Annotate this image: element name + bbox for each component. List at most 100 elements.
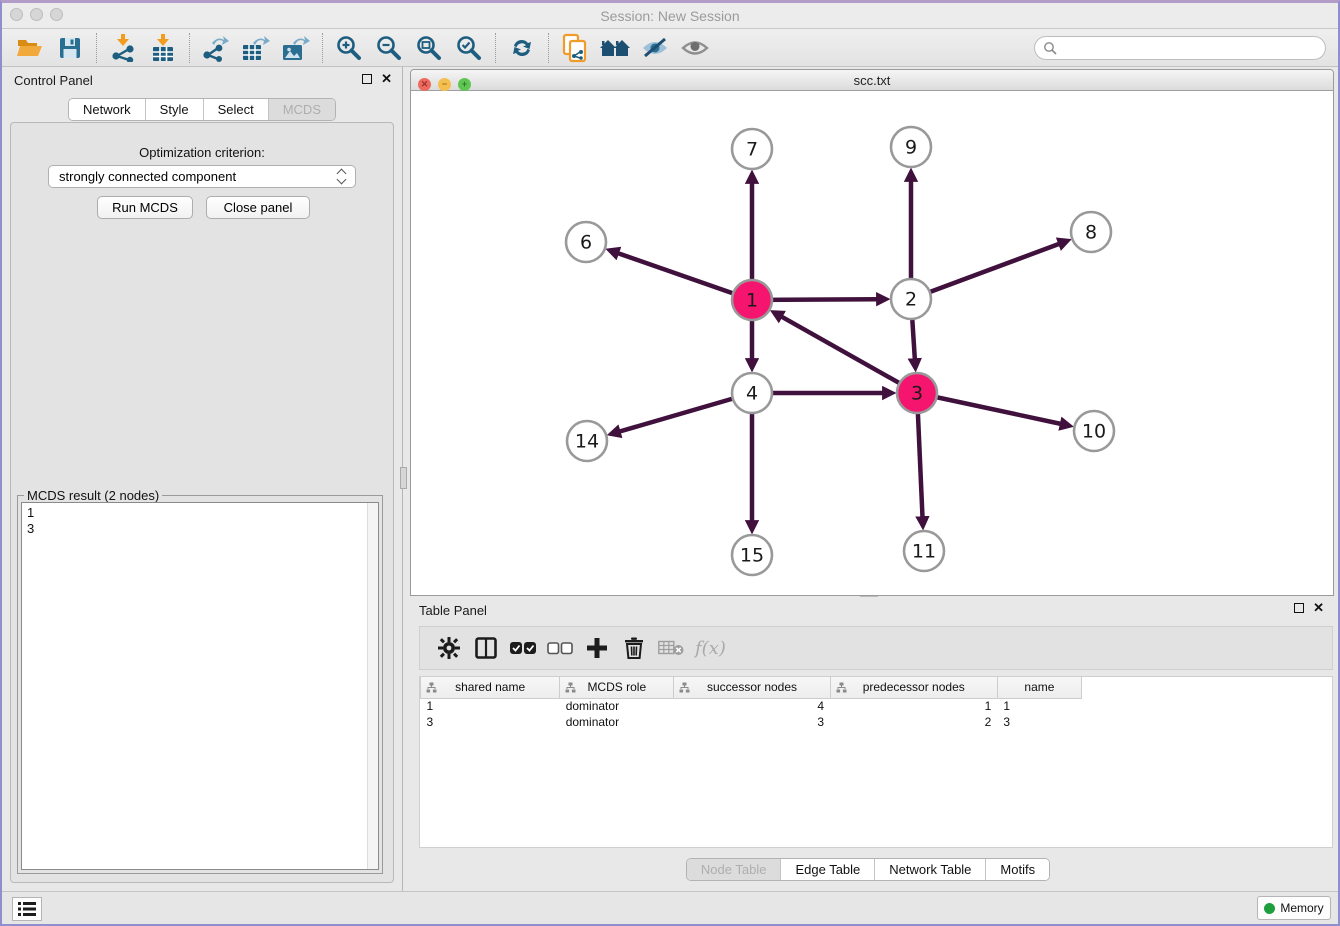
cell-mcds-role[interactable]: dominator (560, 714, 674, 730)
export-table-icon[interactable] (236, 31, 276, 65)
col-successor-nodes[interactable]: successor nodes (674, 677, 830, 698)
eye-slash-icon[interactable] (635, 31, 675, 65)
close-panel-icon[interactable]: ✕ (381, 74, 392, 84)
eye-icon[interactable] (675, 31, 715, 65)
delete-table-icon[interactable] (654, 632, 687, 665)
network-view-window: ✕−+ scc.txt 7968124314101511 (410, 69, 1334, 596)
tab-network-table[interactable]: Network Table (875, 859, 986, 880)
edge-3-10[interactable] (917, 393, 1061, 424)
column-tree-icon (679, 682, 690, 693)
mcds-result-list[interactable]: 1 3 (21, 502, 379, 870)
tab-edge-table[interactable]: Edge Table (781, 859, 875, 880)
home-icon[interactable] (595, 31, 635, 65)
table-row[interactable]: 3 dominator 3 2 3 (421, 714, 1082, 730)
col-name[interactable]: name (997, 677, 1081, 698)
optimization-criterion-select[interactable]: strongly connected component (48, 165, 356, 188)
toolbar-separator (548, 33, 549, 63)
settings-gear-icon[interactable] (432, 632, 465, 665)
node-table[interactable]: shared name MCDS role successor nodes pr… (419, 676, 1333, 848)
network-snapshot-icon[interactable] (555, 31, 595, 65)
optimization-criterion-label: Optimization criterion: (11, 145, 393, 160)
add-column-icon[interactable] (580, 632, 613, 665)
float-table-panel-icon[interactable] (1294, 603, 1304, 613)
graph-node-label-2: 2 (905, 289, 917, 311)
mcds-tab-content: Optimization criterion: strongly connect… (10, 122, 394, 883)
memory-button[interactable]: Memory (1257, 896, 1331, 920)
search-icon (1043, 41, 1058, 56)
close-panel-button[interactable]: Close panel (206, 196, 310, 219)
tab-select[interactable]: Select (204, 99, 269, 120)
graph-node-label-6: 6 (580, 232, 592, 254)
graph-node-label-15: 15 (740, 545, 764, 567)
chevron-up-down-icon (338, 170, 345, 183)
graph-node-label-8: 8 (1085, 222, 1097, 244)
control-panel-title: Control Panel (14, 73, 93, 88)
result-scrollbar[interactable] (367, 503, 378, 869)
tab-node-table[interactable]: Node Table (687, 859, 782, 880)
tab-motifs[interactable]: Motifs (986, 859, 1049, 880)
close-table-panel-icon[interactable]: ✕ (1313, 603, 1324, 613)
graph-node-label-3: 3 (911, 383, 923, 405)
col-predecessor-nodes[interactable]: predecessor nodes (830, 677, 997, 698)
vertical-splitter-handle[interactable] (400, 467, 407, 489)
cell-name[interactable]: 1 (997, 698, 1081, 714)
search-input[interactable] (1058, 38, 1325, 58)
refresh-view-icon[interactable] (502, 31, 542, 65)
network-window-title: scc.txt (411, 73, 1333, 88)
edge-layer[interactable] (618, 181, 1061, 521)
task-history-button[interactable] (12, 897, 42, 921)
selected-criterion: strongly connected component (59, 169, 338, 184)
graph-node-label-11: 11 (912, 541, 936, 563)
graph-node-label-4: 4 (746, 383, 758, 405)
cell-predecessor-nodes[interactable]: 2 (830, 714, 997, 730)
main-toolbar (2, 29, 1338, 67)
table-tabs: Node Table Edge Table Network Table Moti… (410, 858, 1326, 881)
select-all-columns-icon[interactable] (506, 632, 539, 665)
edge-3-1[interactable] (782, 317, 917, 393)
cell-mcds-role[interactable]: dominator (560, 698, 674, 714)
col-mcds-role[interactable]: MCDS role (560, 677, 674, 698)
function-builder-icon[interactable]: f(x) (695, 638, 726, 659)
graph-node-label-14: 14 (575, 431, 599, 453)
delete-column-trash-icon[interactable] (617, 632, 650, 665)
zoom-in-icon[interactable] (329, 31, 369, 65)
mcds-result-title: MCDS result (2 nodes) (24, 488, 162, 503)
list-icon (18, 902, 36, 916)
tab-mcds[interactable]: MCDS (269, 99, 335, 120)
tab-style[interactable]: Style (146, 99, 204, 120)
app-titlebar: Session: New Session (2, 3, 1338, 29)
search-input-wrap[interactable] (1034, 36, 1326, 60)
cell-name[interactable]: 3 (997, 714, 1081, 730)
import-network-icon[interactable] (103, 31, 143, 65)
zoom-fit-icon[interactable] (409, 31, 449, 65)
col-shared-name[interactable]: shared name (421, 677, 560, 698)
table-row[interactable]: 1 dominator 4 1 1 (421, 698, 1082, 714)
table-toolbar: f(x) (419, 626, 1333, 670)
zoom-selected-icon[interactable] (449, 31, 489, 65)
cell-successor-nodes[interactable]: 3 (674, 714, 830, 730)
cell-successor-nodes[interactable]: 4 (674, 698, 830, 714)
open-session-icon[interactable] (10, 31, 50, 65)
network-window-titlebar[interactable]: ✕−+ scc.txt (411, 70, 1333, 91)
save-session-icon[interactable] (50, 31, 90, 65)
float-panel-icon[interactable] (362, 74, 372, 84)
run-mcds-button[interactable]: Run MCDS (97, 196, 193, 219)
toolbar-separator (322, 33, 323, 63)
export-network-icon[interactable] (196, 31, 236, 65)
cell-predecessor-nodes[interactable]: 1 (830, 698, 997, 714)
edge-2-8[interactable] (911, 244, 1059, 299)
graph-node-label-1: 1 (746, 290, 758, 312)
split-panel-icon[interactable] (469, 632, 502, 665)
export-image-icon[interactable] (276, 31, 316, 65)
cell-shared-name[interactable]: 1 (421, 698, 560, 714)
zoom-out-icon[interactable] (369, 31, 409, 65)
network-graph-canvas[interactable]: 7968124314101511 (411, 91, 1333, 596)
import-table-icon[interactable] (143, 31, 183, 65)
graph-node-label-10: 10 (1082, 421, 1106, 443)
graph-node-label-9: 9 (905, 137, 917, 159)
table-header-row[interactable]: shared name MCDS role successor nodes pr… (421, 677, 1082, 698)
deselect-all-columns-icon[interactable] (543, 632, 576, 665)
toolbar-separator (96, 33, 97, 63)
cell-shared-name[interactable]: 3 (421, 714, 560, 730)
tab-network[interactable]: Network (69, 99, 146, 120)
